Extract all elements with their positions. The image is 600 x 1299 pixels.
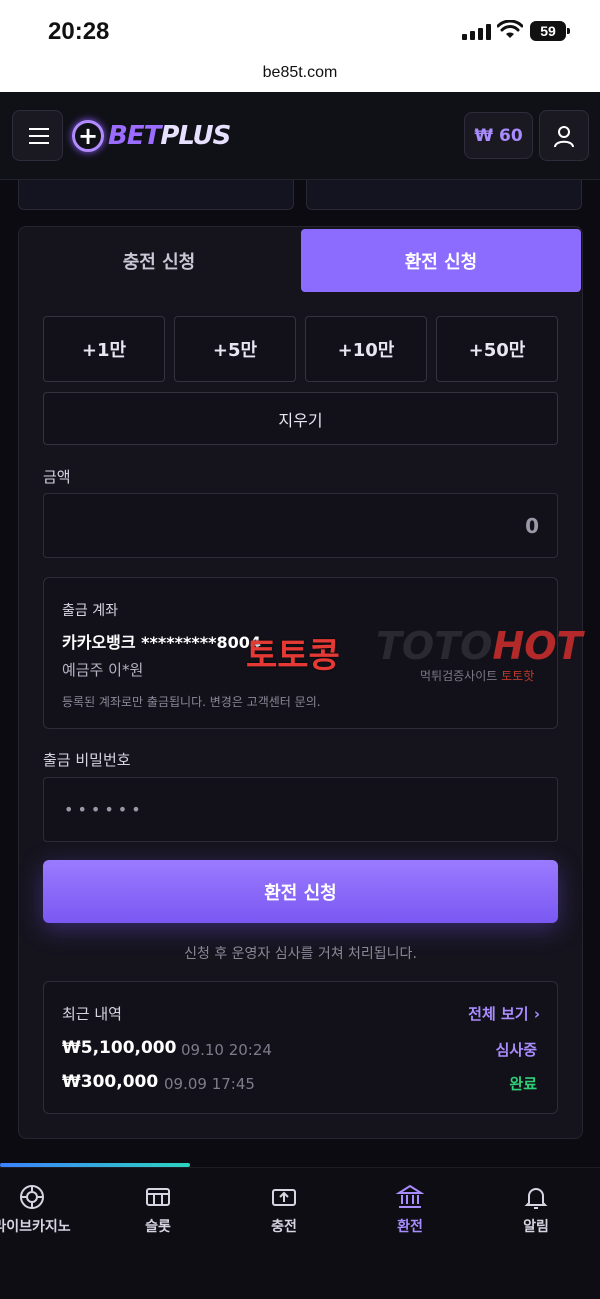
status-bar: 20:28 59 bbox=[0, 0, 600, 62]
status-time: 20:28 bbox=[48, 18, 110, 45]
plus-logo-icon: + bbox=[72, 120, 104, 152]
history-row[interactable]: ₩5,100,000 09.10 20:24 심사중 bbox=[62, 1038, 539, 1062]
nav-notifications[interactable]: 알림 bbox=[481, 1182, 591, 1242]
balance-button[interactable]: ₩ 60 bbox=[464, 112, 533, 159]
app-header: + BETPLUS ₩ 60 bbox=[0, 92, 600, 180]
chip-icon bbox=[20, 1185, 44, 1209]
history-amount: ₩5,100,000 bbox=[62, 1038, 177, 1058]
clear-button[interactable]: 지우기 bbox=[43, 392, 558, 445]
add-100k-button[interactable]: +10만 bbox=[305, 316, 427, 382]
nav-live-casino[interactable]: 라이브카지노 bbox=[0, 1182, 87, 1242]
account-bank: 카카오뱅크 *********8004 bbox=[62, 633, 262, 652]
menu-button[interactable] bbox=[12, 110, 63, 161]
bank-icon bbox=[395, 1184, 425, 1208]
tab-deposit[interactable]: 충전 신청 bbox=[19, 229, 299, 292]
add-10k-button[interactable]: +1만 bbox=[43, 316, 165, 382]
logo-text-plus: PLUS bbox=[160, 121, 231, 151]
view-all-link[interactable]: 전체 보기 › bbox=[468, 1003, 540, 1024]
submit-withdraw-button[interactable]: 환전 신청 bbox=[43, 860, 558, 923]
tab-withdraw[interactable]: 환전 신청 bbox=[301, 229, 581, 292]
add-500k-button[interactable]: +50만 bbox=[436, 316, 558, 382]
amount-value: 0 bbox=[525, 514, 539, 538]
logo-text-bet: BET bbox=[108, 121, 161, 151]
logo[interactable]: + BETPLUS bbox=[72, 119, 231, 153]
history-title: 최근 내역 bbox=[62, 1005, 122, 1023]
account-title: 출금 계좌 bbox=[62, 603, 118, 619]
history-date: 09.09 17:45 bbox=[164, 1075, 255, 1093]
nav-slot[interactable]: 슬롯 bbox=[103, 1182, 213, 1242]
history-date: 09.10 20:24 bbox=[181, 1041, 272, 1059]
amount-label: 금액 bbox=[43, 468, 71, 486]
bottom-nav: 라이브카지노 슬롯 충전 환전 알림 bbox=[0, 1167, 600, 1299]
nav-withdraw[interactable]: 환전 bbox=[355, 1182, 465, 1242]
withdraw-account-box: 출금 계좌 카카오뱅크 *********8004 예금주 이*원 등록된 계좌… bbox=[43, 577, 558, 729]
account-note: 등록된 계좌로만 출금됩니다. 변경은 고객센터 문의. bbox=[62, 695, 321, 709]
hamburger-icon bbox=[29, 128, 49, 130]
cellular-signal-icon bbox=[462, 24, 491, 40]
submit-note: 신청 후 운영자 심사를 거쳐 처리됩니다. bbox=[184, 946, 417, 962]
password-input[interactable]: •••••• bbox=[43, 777, 558, 842]
password-label: 출금 비밀번호 bbox=[43, 751, 131, 769]
add-50k-button[interactable]: +5만 bbox=[174, 316, 296, 382]
history-status: 심사중 bbox=[495, 1041, 537, 1059]
battery-icon: 59 bbox=[530, 21, 570, 41]
user-icon bbox=[554, 125, 574, 147]
wifi-icon bbox=[497, 20, 523, 38]
ghost-box-left bbox=[18, 180, 294, 210]
account-holder: 예금주 이*원 bbox=[62, 661, 144, 679]
amount-input[interactable]: 0 bbox=[43, 493, 558, 558]
history-status: 완료 bbox=[509, 1075, 537, 1093]
bell-icon bbox=[524, 1188, 548, 1209]
exchange-card: 충전 신청 환전 신청 +1만 +5만 +10만 +50만 지우기 금액 0 출… bbox=[18, 226, 583, 1139]
recent-history: 최근 내역 전체 보기 › ₩5,100,000 09.10 20:24 심사중… bbox=[43, 981, 558, 1114]
browser-url[interactable]: be85t.com bbox=[0, 62, 600, 92]
history-row[interactable]: ₩300,000 09.09 17:45 완료 bbox=[62, 1072, 539, 1096]
history-amount: ₩300,000 bbox=[62, 1072, 159, 1092]
user-button[interactable] bbox=[539, 110, 589, 161]
slot-icon bbox=[146, 1188, 170, 1206]
password-value: •••••• bbox=[64, 800, 145, 819]
deposit-icon bbox=[272, 1189, 296, 1206]
ghost-box-right bbox=[306, 180, 582, 210]
nav-deposit[interactable]: 충전 bbox=[229, 1182, 339, 1242]
